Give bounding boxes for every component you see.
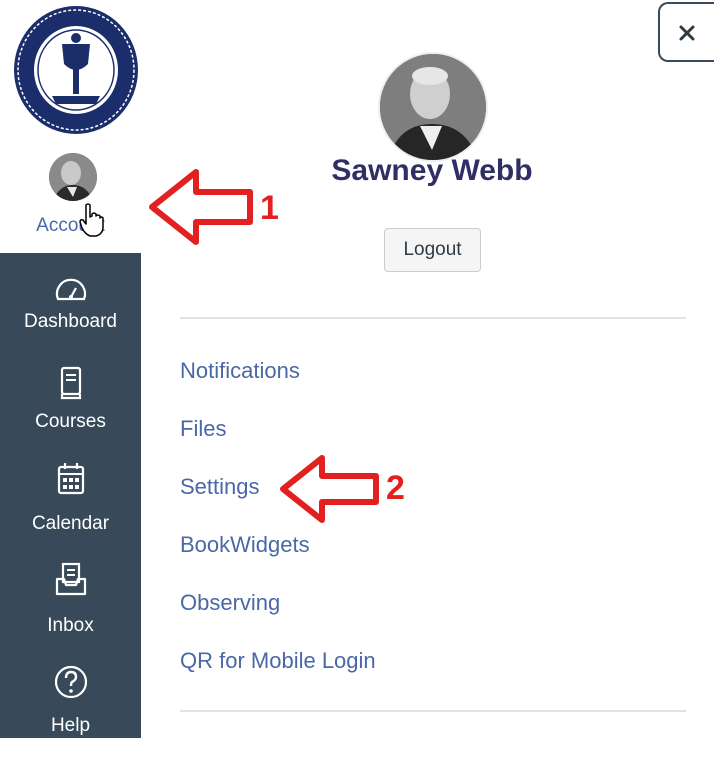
close-tray-button[interactable]: [658, 2, 714, 62]
portrait-image: [49, 153, 97, 201]
inbox-icon: [55, 562, 87, 596]
annotation-number-1: 1: [260, 189, 279, 227]
global-navigation: Dashboard Courses Calendar Inbox Help: [0, 253, 141, 738]
tray-link-settings[interactable]: Settings: [180, 472, 260, 502]
nav-label-dashboard: Dashboard: [24, 311, 117, 332]
account-nav-item[interactable]: Account: [0, 143, 141, 253]
tray-link-notifications[interactable]: Notifications: [180, 356, 300, 386]
annotation-number-2: 2: [386, 469, 405, 507]
tray-link-files[interactable]: Files: [180, 414, 226, 444]
nav-item-courses[interactable]: Courses: [0, 365, 141, 465]
close-icon: [679, 25, 695, 41]
nav-item-help[interactable]: Help: [0, 663, 141, 763]
hand-cursor-icon: [79, 203, 104, 237]
profile-name: Sawney Webb: [331, 154, 533, 187]
divider-top: [180, 317, 686, 319]
tray-link-qr-mobile-login[interactable]: QR for Mobile Login: [180, 646, 376, 676]
help-icon: [54, 665, 88, 699]
nav-item-dashboard[interactable]: Dashboard: [0, 271, 141, 371]
tray-link-observing[interactable]: Observing: [180, 588, 280, 618]
nav-label-courses: Courses: [35, 411, 106, 432]
school-seal-logo: [14, 6, 138, 134]
school-logo-area[interactable]: [0, 0, 141, 143]
account-avatar[interactable]: [49, 153, 97, 201]
nav-item-calendar[interactable]: Calendar: [0, 461, 141, 561]
nav-label-calendar: Calendar: [31, 513, 110, 534]
nav-item-inbox[interactable]: Inbox: [0, 561, 141, 661]
annotation-arrow-1: [149, 169, 253, 245]
annotation-arrow-2: [280, 455, 379, 523]
courses-icon: [60, 366, 82, 400]
portrait-image: [380, 54, 486, 160]
dashboard-icon: [55, 278, 87, 301]
nav-label-inbox: Inbox: [47, 615, 94, 636]
calendar-icon: [57, 463, 85, 495]
tray-link-bookwidgets[interactable]: BookWidgets: [180, 530, 310, 560]
account-label[interactable]: Account: [0, 215, 141, 237]
profile-avatar: [378, 52, 488, 162]
divider-bottom: [180, 710, 686, 712]
nav-label-help: Help: [50, 715, 91, 736]
logout-button[interactable]: Logout: [384, 228, 481, 272]
